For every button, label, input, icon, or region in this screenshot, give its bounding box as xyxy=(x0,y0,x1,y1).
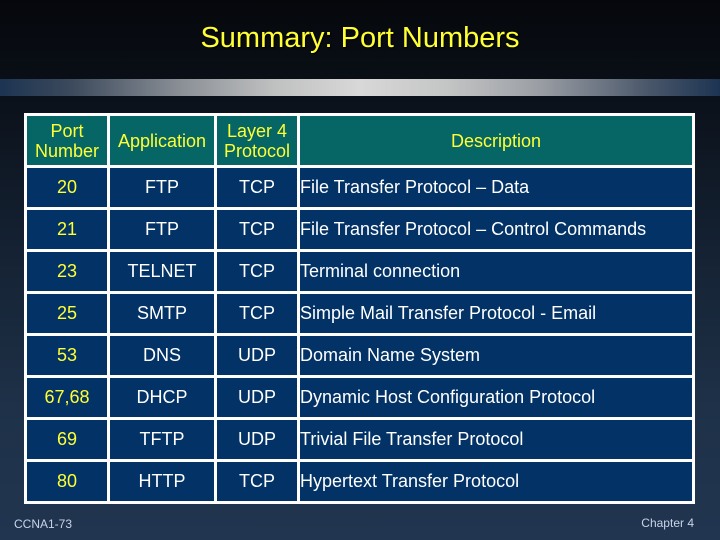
port-cell: 21 xyxy=(27,210,107,249)
table-row: 23 TELNET TCP Terminal connection xyxy=(27,252,692,291)
description-cell: Domain Name System xyxy=(300,336,692,375)
port-cell: 80 xyxy=(27,462,107,501)
header-description: Description xyxy=(300,116,692,165)
description-cell: Hypertext Transfer Protocol xyxy=(300,462,692,501)
description-cell: Terminal connection xyxy=(300,252,692,291)
header-layer4-line1: Layer 4 xyxy=(226,120,288,141)
application-cell: DNS xyxy=(110,336,214,375)
application-cell: SMTP xyxy=(110,294,214,333)
application-cell: FTP xyxy=(110,168,214,207)
port-numbers-table: Port Number Application Layer 4 Protocol… xyxy=(24,113,695,504)
protocol-cell: UDP xyxy=(217,378,297,417)
protocol-cell: UDP xyxy=(217,420,297,459)
header-port-line1: Port xyxy=(50,120,84,141)
port-cell: 67,68 xyxy=(27,378,107,417)
table-row: 80 HTTP TCP Hypertext Transfer Protocol xyxy=(27,462,692,501)
table-row: 69 TFTP UDP Trivial File Transfer Protoc… xyxy=(27,420,692,459)
description-cell: Trivial File Transfer Protocol xyxy=(300,420,692,459)
slide-title: Summary: Port Numbers xyxy=(200,22,520,54)
protocol-cell: TCP xyxy=(217,168,297,207)
port-cell: 69 xyxy=(27,420,107,459)
description-cell: File Transfer Protocol – Data xyxy=(300,168,692,207)
port-cell: 20 xyxy=(27,168,107,207)
description-cell: Dynamic Host Configuration Protocol xyxy=(300,378,692,417)
chapter-footer: Chapter 4 xyxy=(641,516,694,530)
protocol-cell: TCP xyxy=(217,462,297,501)
header-layer4-protocol: Layer 4 Protocol xyxy=(217,116,297,165)
table-header-row: Port Number Application Layer 4 Protocol… xyxy=(27,116,692,165)
header-port-number: Port Number xyxy=(27,116,107,165)
header-layer4-line2: Protocol xyxy=(223,140,291,161)
table-row: 20 FTP TCP File Transfer Protocol – Data xyxy=(27,168,692,207)
table-row: 21 FTP TCP File Transfer Protocol – Cont… xyxy=(27,210,692,249)
protocol-cell: TCP xyxy=(217,210,297,249)
table-row: 25 SMTP TCP Simple Mail Transfer Protoco… xyxy=(27,294,692,333)
application-cell: HTTP xyxy=(110,462,214,501)
application-cell: TFTP xyxy=(110,420,214,459)
application-cell: FTP xyxy=(110,210,214,249)
application-cell: TELNET xyxy=(110,252,214,291)
protocol-cell: TCP xyxy=(217,294,297,333)
protocol-cell: TCP xyxy=(217,252,297,291)
table-row: 67,68 DHCP UDP Dynamic Host Configuratio… xyxy=(27,378,692,417)
protocol-cell: UDP xyxy=(217,336,297,375)
table-row: 53 DNS UDP Domain Name System xyxy=(27,336,692,375)
port-cell: 53 xyxy=(27,336,107,375)
header-application: Application xyxy=(110,116,214,165)
description-cell: Simple Mail Transfer Protocol - Email xyxy=(300,294,692,333)
port-cell: 25 xyxy=(27,294,107,333)
port-cell: 23 xyxy=(27,252,107,291)
description-cell: File Transfer Protocol – Control Command… xyxy=(300,210,692,249)
slide-id-footer: CCNA1-73 xyxy=(14,517,73,531)
title-divider-bar xyxy=(0,79,720,96)
header-port-line2: Number xyxy=(34,140,100,161)
application-cell: DHCP xyxy=(110,378,214,417)
